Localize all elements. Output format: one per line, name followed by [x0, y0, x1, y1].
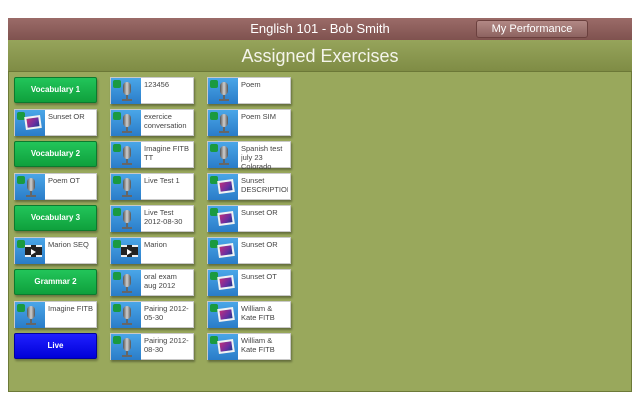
exercise-label: Poem SIM [241, 112, 277, 121]
exercise-label: Sunset OR [241, 208, 278, 217]
category-button[interactable]: Vocabulary 3 [14, 205, 97, 231]
photo-icon [208, 206, 238, 232]
exercise-label: Poem OT [48, 176, 81, 185]
exercise-tile[interactable]: 123456 [110, 77, 194, 104]
exercise-tile[interactable]: oral exam aug 2012 [110, 269, 194, 296]
photo-icon [15, 110, 45, 136]
exercise-tile[interactable]: Poem [207, 77, 291, 104]
microphone-icon [15, 302, 45, 328]
exercise-tile[interactable]: Live Test 1 [110, 173, 194, 200]
microphone-icon [111, 270, 141, 296]
exercise-label: Live Test 1 [144, 176, 180, 185]
exercise-label: Spanish test july 23 Colorado [241, 144, 283, 171]
exercise-tile[interactable]: Sunset OR [207, 237, 291, 264]
microphone-icon [208, 142, 238, 168]
video-icon [15, 238, 45, 264]
category-button[interactable]: Vocabulary 1 [14, 77, 97, 103]
exercise-tile[interactable]: Poem OT [14, 173, 97, 200]
exercise-label: Marion [144, 240, 167, 249]
exercise-tile[interactable]: Marion SEQ [14, 237, 97, 264]
course-title: English 101 - Bob Smith [250, 21, 390, 36]
exercise-tile[interactable]: Live Test 2012-08-30 [110, 205, 194, 232]
category-button[interactable]: Live [14, 333, 97, 359]
exercise-label: Live Test 2012-08-30 [144, 208, 183, 226]
exercise-label: exercice conversation [144, 112, 187, 130]
exercise-tile[interactable]: Pairing 2012-08-30 [110, 333, 194, 360]
exercise-tile[interactable]: Spanish test july 23 Colorado [207, 141, 291, 171]
app-frame [8, 18, 632, 392]
exercise-label: Sunset DESCRIPTION [241, 176, 288, 194]
exercise-tile[interactable]: exercice conversation [110, 109, 194, 136]
microphone-icon [208, 110, 238, 136]
exercise-tile[interactable]: Sunset OT [207, 269, 291, 296]
photo-icon [208, 302, 238, 328]
microphone-icon [111, 206, 141, 232]
exercise-tile[interactable]: Sunset DESCRIPTION [207, 173, 291, 200]
microphone-icon [111, 174, 141, 200]
photo-icon [208, 174, 238, 200]
exercise-label: William & Kate FITB [241, 304, 275, 322]
category-button[interactable]: Vocabulary 2 [14, 141, 97, 167]
microphone-icon [111, 302, 141, 328]
exercise-tile[interactable]: Poem SIM [207, 109, 291, 136]
microphone-icon [208, 78, 238, 104]
exercise-label: Sunset OR [241, 240, 278, 249]
microphone-icon [111, 142, 141, 168]
microphone-icon [111, 110, 141, 136]
microphone-icon [111, 78, 141, 104]
exercise-tile[interactable]: William & Kate FITB [207, 333, 291, 360]
my-performance-button[interactable]: My Performance [476, 20, 588, 38]
exercise-tile[interactable]: Pairing 2012-05-30 [110, 301, 194, 328]
exercise-label: 123456 [144, 80, 170, 89]
exercise-label: Sunset OR [48, 112, 85, 121]
exercise-label: Imagine FITB TT [144, 144, 190, 162]
exercise-label: Sunset OT [241, 272, 277, 281]
exercise-label: Pairing 2012-05-30 [144, 304, 189, 322]
exercise-label: oral exam aug 2012 [144, 272, 177, 290]
exercise-label: Imagine FITB [48, 304, 94, 313]
exercise-tile[interactable]: Sunset OR [207, 205, 291, 232]
exercise-tile[interactable]: Imagine FITB [14, 301, 97, 328]
photo-icon [208, 238, 238, 264]
exercise-tile[interactable]: William & Kate FITB [207, 301, 291, 328]
exercise-label: Marion SEQ [48, 240, 89, 249]
exercise-tile[interactable]: Sunset OR [14, 109, 97, 136]
photo-icon [208, 270, 238, 296]
microphone-icon [15, 174, 45, 200]
top-bar: English 101 - Bob Smith My Performance [8, 18, 632, 40]
exercise-tile[interactable]: Imagine FITB TT [110, 141, 194, 168]
page-title: Assigned Exercises [8, 40, 632, 72]
exercise-label: Pairing 2012-08-30 [144, 336, 189, 354]
video-icon [111, 238, 141, 264]
exercise-tile[interactable]: Marion [110, 237, 194, 264]
category-button[interactable]: Grammar 2 [14, 269, 97, 295]
photo-icon [208, 334, 238, 360]
exercise-label: Poem [241, 80, 261, 89]
exercise-label: William & Kate FITB [241, 336, 275, 354]
microphone-icon [111, 334, 141, 360]
